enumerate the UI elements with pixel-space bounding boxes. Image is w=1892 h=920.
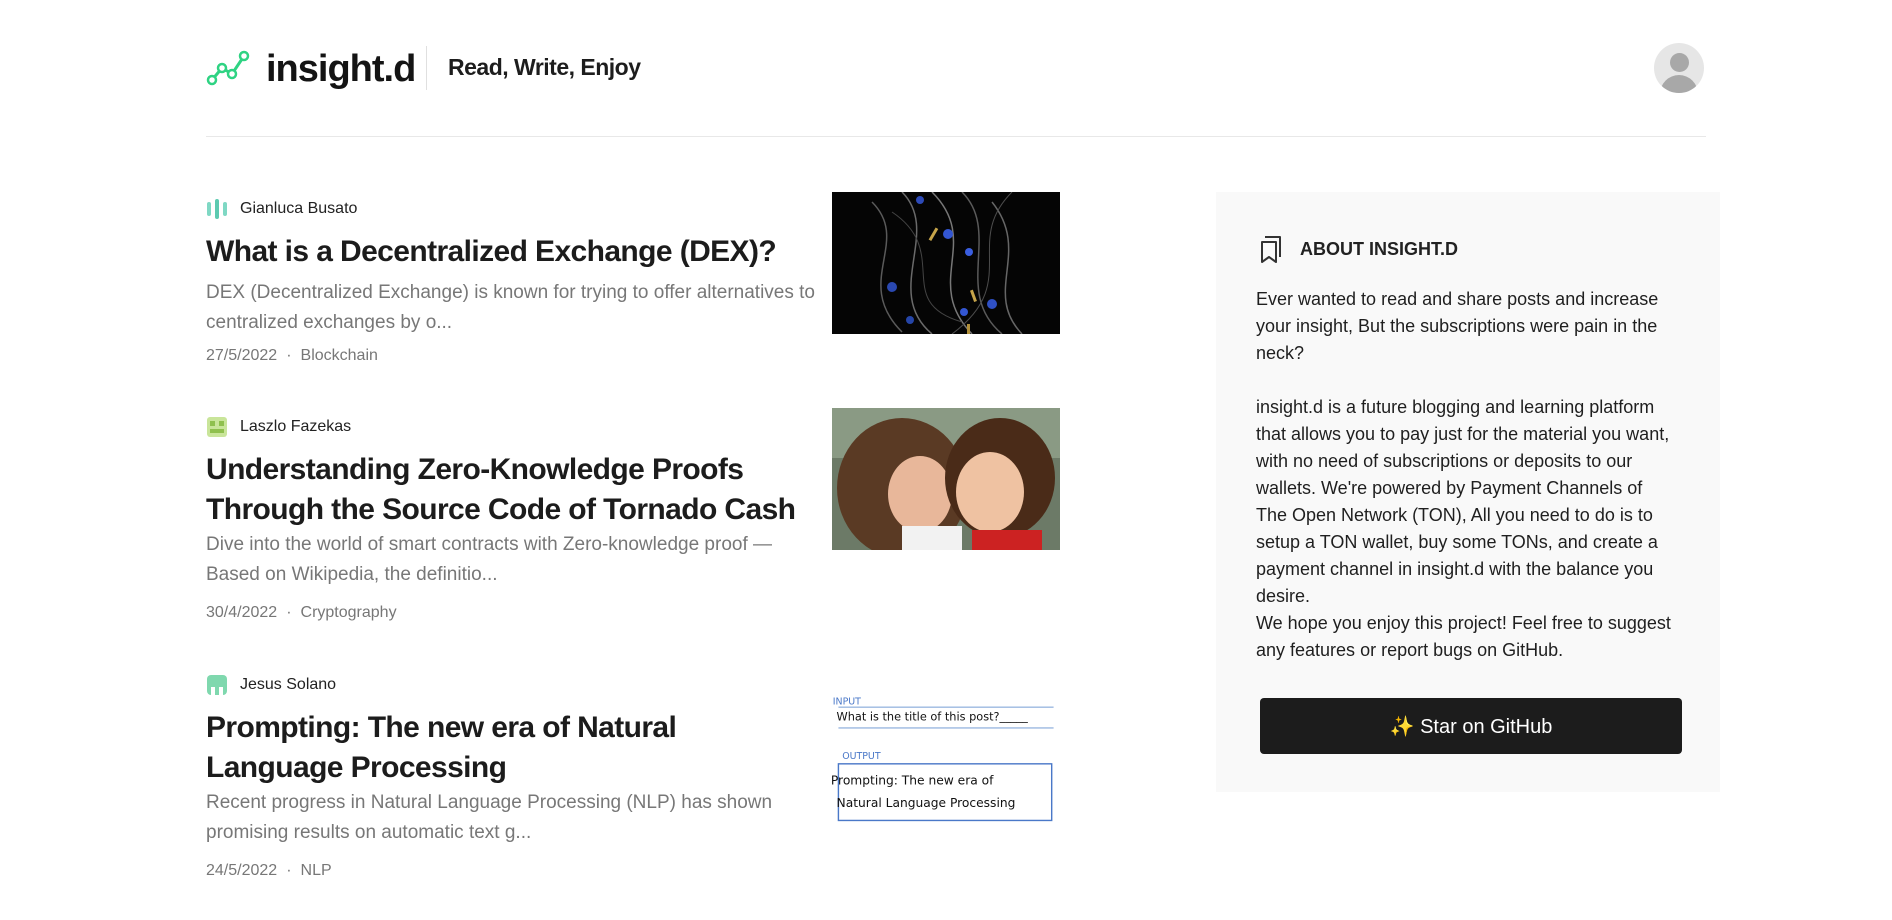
thumb-input-label: INPUT bbox=[833, 696, 861, 707]
author-name[interactable]: Laszlo Fazekas bbox=[240, 418, 351, 436]
post-thumbnail[interactable] bbox=[832, 408, 1060, 550]
author-avatar-icon bbox=[207, 199, 227, 219]
meta-separator: · bbox=[286, 862, 292, 879]
author-avatar-icon bbox=[207, 675, 227, 695]
user-avatar[interactable] bbox=[1654, 43, 1704, 93]
thumb-output-line1: Prompting: The new era of bbox=[832, 774, 994, 788]
about-paragraph: insight.d is a future blogging and learn… bbox=[1256, 397, 1670, 606]
post-date: 30/4/2022 bbox=[206, 604, 278, 621]
bookmarks-icon bbox=[1261, 236, 1281, 263]
post-author-row: Jesus Solano bbox=[206, 674, 336, 696]
post-date: 27/5/2022 bbox=[206, 347, 278, 364]
post-meta: 27/5/2022 · Blockchain bbox=[206, 347, 378, 365]
site-header: insight.d Read, Write, Enjoy bbox=[206, 40, 1706, 137]
post-author-row: Laszlo Fazekas bbox=[206, 416, 351, 438]
header-divider bbox=[426, 46, 427, 90]
post-author-row: Gianluca Busato bbox=[206, 198, 357, 220]
avatar-body bbox=[1660, 75, 1698, 93]
post-card: Laszlo Fazekas Understanding Zero-Knowle… bbox=[206, 408, 1060, 636]
about-sidebar: ABOUT INSIGHT.D Ever wanted to read and … bbox=[1216, 192, 1720, 792]
post-category[interactable]: NLP bbox=[301, 862, 332, 879]
logo-text[interactable]: insight.d bbox=[266, 48, 416, 91]
post-meta: 30/4/2022 · Cryptography bbox=[206, 604, 397, 622]
avatar-head bbox=[1670, 53, 1689, 72]
thumb-output-label: OUTPUT bbox=[842, 751, 881, 762]
author-avatar-icon bbox=[207, 417, 227, 437]
about-paragraph: Ever wanted to read and share posts and … bbox=[1256, 289, 1659, 363]
post-category[interactable]: Cryptography bbox=[301, 604, 397, 621]
post-card: Gianluca Busato What is a Decentralized … bbox=[206, 192, 1060, 378]
post-date: 24/5/2022 bbox=[206, 862, 278, 879]
post-meta: 24/5/2022 · NLP bbox=[206, 862, 332, 880]
tagline: Read, Write, Enjoy bbox=[448, 54, 641, 80]
about-heading: ABOUT INSIGHT.D bbox=[1256, 234, 1458, 264]
about-paragraph: We hope you enjoy this project! Feel fre… bbox=[1256, 613, 1671, 660]
post-excerpt: Recent progress in Natural Language Proc… bbox=[206, 792, 773, 843]
post-thumbnail[interactable] bbox=[832, 192, 1060, 334]
post-thumbnail[interactable]: INPUT What is the title of this post?___… bbox=[832, 694, 1060, 828]
star-on-github-button[interactable]: ✨ Star on GitHub bbox=[1260, 698, 1682, 754]
thumb-output-line2: Natural Language Processing bbox=[837, 796, 1016, 810]
author-name[interactable]: Gianluca Busato bbox=[240, 200, 357, 218]
post-title[interactable]: Understanding Zero-Knowledge Proofs Thro… bbox=[206, 450, 806, 530]
author-name[interactable]: Jesus Solano bbox=[240, 676, 336, 694]
post-card: Jesus Solano Prompting: The new era of N… bbox=[206, 674, 1060, 894]
post-title[interactable]: What is a Decentralized Exchange (DEX)? bbox=[206, 232, 806, 272]
thumb-input-line: What is the title of this post?_____ bbox=[837, 709, 1029, 723]
meta-separator: · bbox=[286, 347, 292, 364]
post-excerpt: Dive into the world of smart contracts w… bbox=[206, 534, 773, 585]
chart-line-logo-icon[interactable] bbox=[206, 50, 250, 86]
meta-separator: · bbox=[286, 604, 292, 621]
post-title[interactable]: Prompting: The new era of Natural Langua… bbox=[206, 708, 806, 788]
post-excerpt: DEX (Decentralized Exchange) is known fo… bbox=[206, 282, 815, 333]
post-category[interactable]: Blockchain bbox=[301, 347, 378, 364]
about-title: ABOUT INSIGHT.D bbox=[1300, 238, 1459, 259]
